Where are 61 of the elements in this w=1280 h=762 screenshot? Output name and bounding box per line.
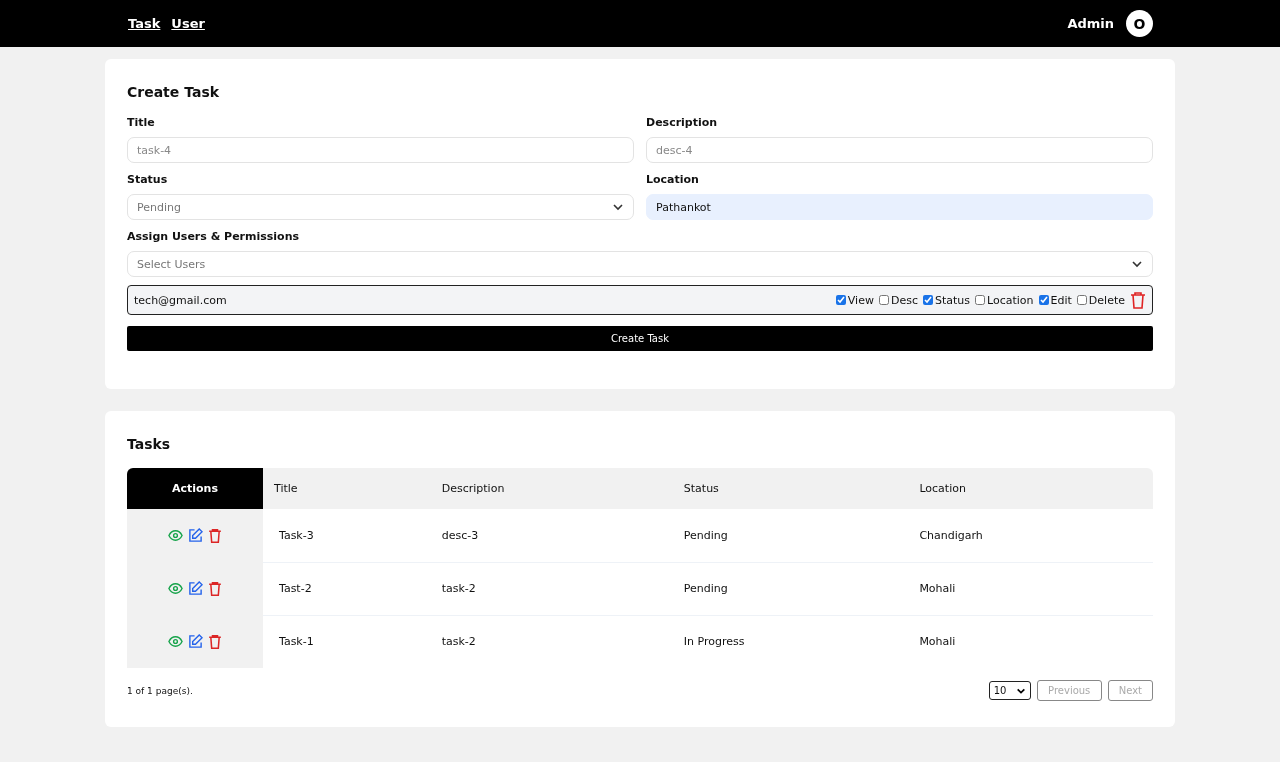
card-title: Create Task [127,84,221,100]
table-cell: Task-1 [279,635,314,649]
column-header: Description [430,468,673,509]
table-cell: In Progress [683,635,745,649]
eye-icon[interactable] [168,581,183,596]
input-field[interactable]: task-4 [127,137,634,163]
edit-icon[interactable] [188,634,203,649]
table-cell: Chandigarh [919,528,983,542]
permission-label: Desc [890,293,918,307]
permission-checkbox[interactable] [878,295,889,305]
location-field[interactable]: Pathankot [646,194,1153,220]
field-label: Assign Users & Permissions [127,230,301,243]
column-header: Location [908,468,1153,509]
nav-link[interactable]: User [171,16,205,31]
page-size-select[interactable]: 10 [988,681,1031,700]
permission-checkbox[interactable] [1076,295,1087,305]
edit-icon[interactable] [188,528,203,543]
table-cell: task-2 [441,582,476,595]
trash-icon[interactable] [208,581,222,596]
chevron-down-icon [1131,258,1143,270]
card-title: Tasks [127,436,172,452]
permission-checkbox[interactable] [1038,295,1049,305]
permission-checkbox[interactable] [975,295,985,305]
table-cell: Mohali [919,582,956,595]
permission-label: View [847,293,874,307]
permission-label: Location [987,293,1034,307]
edit-icon[interactable] [188,581,203,596]
table-cell: Pending [683,528,728,542]
permission-checkbox[interactable] [922,295,933,305]
nav-link[interactable]: Task [128,16,161,31]
eye-icon[interactable] [168,528,183,543]
table-cell: Pending [683,582,728,595]
table-cell: desc-3 [441,528,479,542]
field-label: Title [127,116,156,129]
table-cell: Task-3 [279,528,314,542]
eye-icon[interactable] [168,634,183,649]
column-header: Actions [127,468,263,509]
column-header: Title [263,468,431,509]
trash-icon[interactable] [1130,291,1146,309]
table-cell: task-2 [441,635,476,649]
chevron-down-icon [612,201,624,213]
field-label: Status [127,173,169,186]
input-field[interactable]: desc-4 [646,137,1153,163]
table-cell: Tast-2 [279,582,312,595]
trash-icon[interactable] [208,528,222,543]
field-label: Description [646,116,719,129]
avatar[interactable]: O [1126,10,1153,37]
table-cell: Mohali [919,635,956,649]
page-info: 1 of 1 page(s). [127,685,193,696]
permission-label: Status [934,293,970,307]
status-select[interactable]: Pending [127,194,634,220]
permission-checkbox[interactable] [835,295,846,305]
trash-icon[interactable] [208,634,222,649]
permission-label: Edit [1050,293,1072,307]
users-select[interactable]: Select Users [127,251,1153,277]
user-name: Admin [1067,16,1114,31]
permission-label: Delete [1088,293,1125,307]
field-label: Location [646,173,700,186]
user-email: tech@gmail.com [134,293,227,307]
create-task-button[interactable]: Create Task [127,326,1153,351]
column-header: Status [672,468,909,509]
